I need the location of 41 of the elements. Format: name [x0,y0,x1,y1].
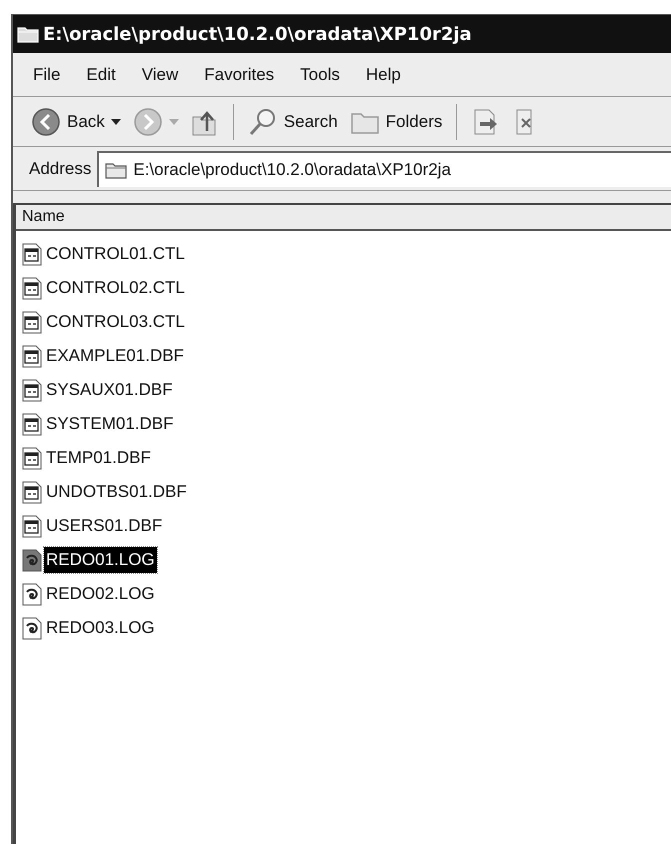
file-icon [22,242,42,266]
file-name[interactable]: REDO02.LOG [44,581,157,607]
file-name[interactable]: REDO03.LOG [44,615,157,641]
folder-icon [105,160,128,178]
menu-item[interactable]: View [142,62,178,88]
file-name[interactable]: UNDOTBS01.DBF [44,479,189,505]
back-button[interactable]: Back [29,106,123,136]
column-header[interactable]: Name [16,205,671,229]
menu-item[interactable]: Tools [300,62,340,88]
window-title: E:\oracle\product\10.2.0\oradata\XP10r2ja [43,22,472,46]
file-icon [22,378,42,402]
menu-item[interactable]: Help [366,62,401,88]
file-icon [22,548,42,572]
file-name[interactable]: TEMP01.DBF [44,445,153,471]
caret-icon[interactable] [110,118,121,124]
menu-item[interactable]: Edit [86,62,116,88]
file-name[interactable]: SYSTEM01.DBF [44,411,176,437]
folders-button[interactable]: Folders [348,108,444,134]
file-name[interactable]: CONTROL03.CTL [44,309,187,335]
file-name[interactable]: EXAMPLE01.DBF [44,343,186,369]
file-name[interactable]: CONTROL01.CTL [44,241,187,267]
menu-item[interactable]: File [33,62,60,88]
file-name[interactable]: REDO01.LOG [44,547,157,573]
menu-item[interactable]: Favorites [204,62,274,88]
file-icon [22,412,42,436]
file-icon [22,310,42,334]
file-icon [22,480,42,504]
search-icon [248,106,278,136]
file-name[interactable]: CONTROL02.CTL [44,275,187,301]
file-icon [22,276,42,300]
file-icon [22,344,42,368]
file-icon [22,514,42,538]
address-field[interactable]: E:\oracle\product\10.2.0\oradata\XP10r2ja [97,150,671,186]
search-button[interactable]: Search [246,106,340,136]
address-label: Address [29,158,92,180]
file-icon [22,446,42,470]
file-name[interactable]: USERS01.DBF [44,513,164,539]
folder-icon [17,25,39,43]
file-name[interactable]: SYSAUX01.DBF [44,377,175,403]
file-icon [22,616,42,640]
file-icon [22,582,42,606]
